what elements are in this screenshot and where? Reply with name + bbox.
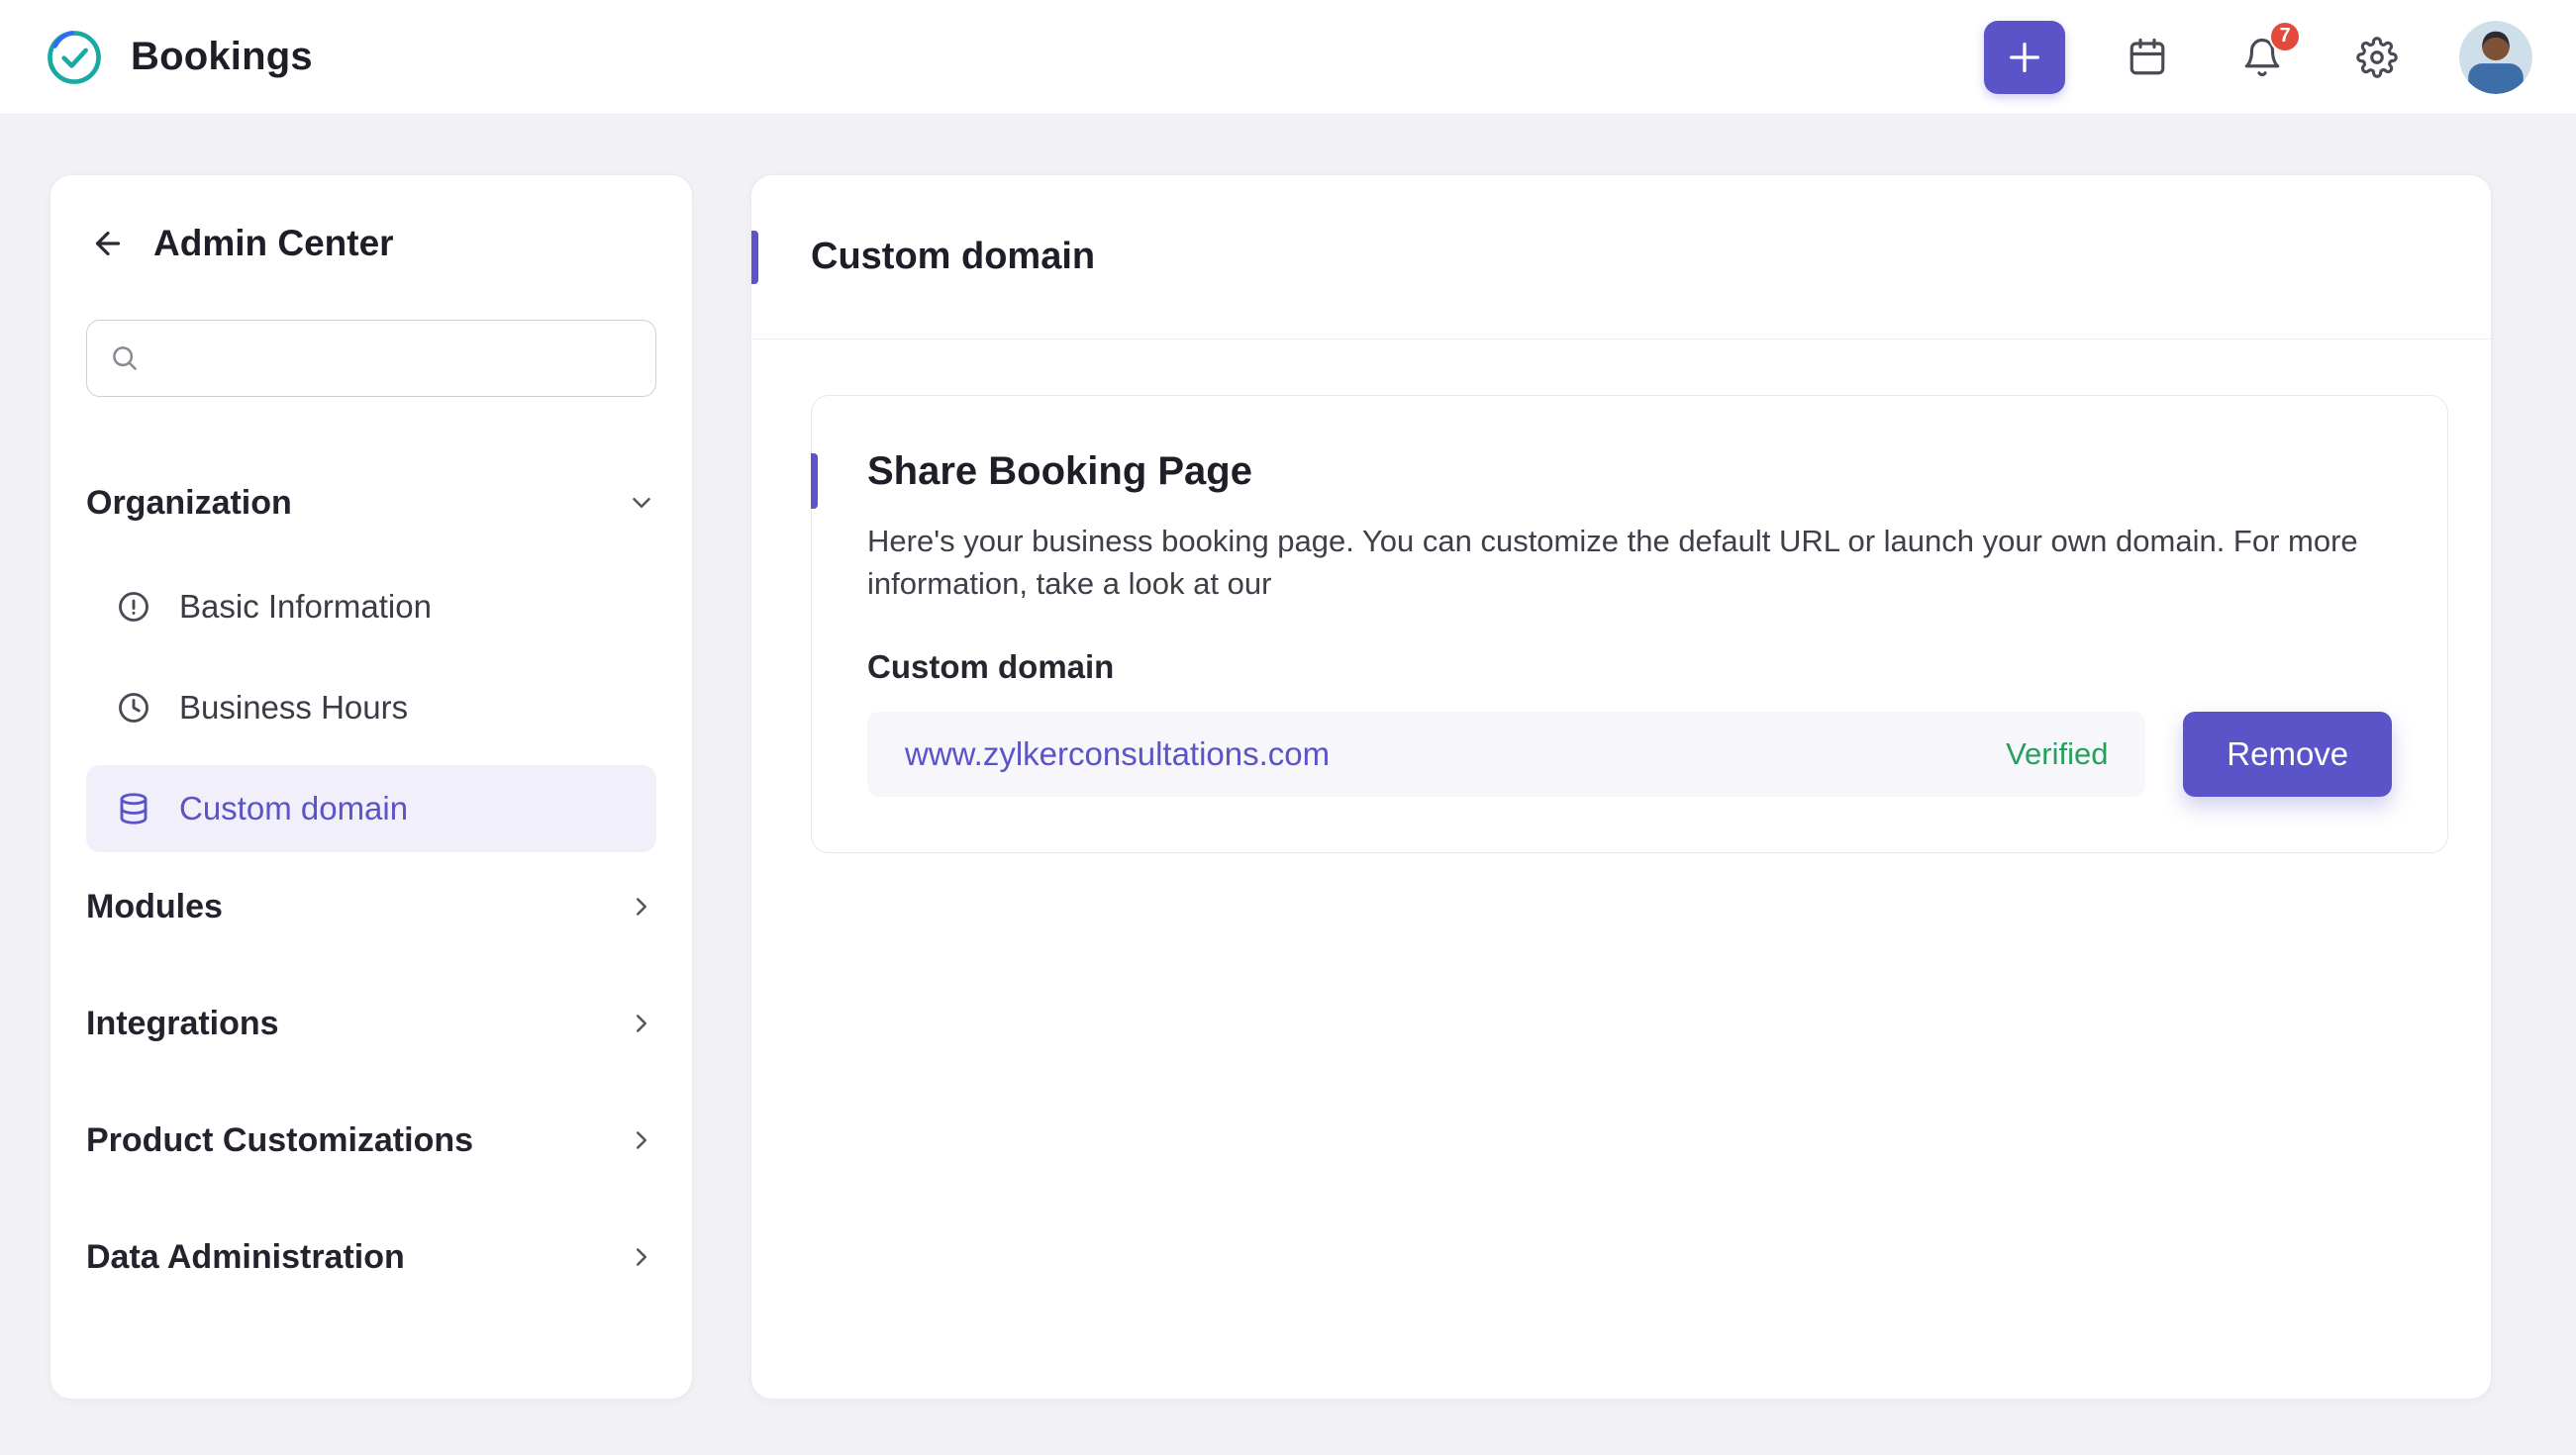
custom-domain-label: Custom domain [867, 648, 2392, 686]
database-icon [116, 791, 151, 826]
sidebar-group-organization[interactable]: Organization [86, 466, 656, 539]
gear-icon [2356, 37, 2398, 78]
sidebar-group-product-customizations[interactable]: Product Customizations [86, 1104, 656, 1177]
admin-sidebar: Admin Center Organization Basic Informat… [50, 174, 693, 1400]
content-body: Share Booking Page Here's your business … [751, 340, 2491, 853]
domain-box: www.zylkerconsultations.com Verified [867, 712, 2145, 797]
bookings-logo-icon [44, 27, 105, 88]
calendar-button[interactable] [2115, 25, 2180, 90]
domain-row: www.zylkerconsultations.com Verified Rem… [867, 712, 2392, 797]
sidebar-nav: Organization Basic Information Business … [86, 466, 656, 1294]
search-icon [110, 343, 140, 373]
share-card-description: Here's your business booking page. You c… [867, 520, 2372, 605]
sidebar-group-label: Modules [86, 888, 223, 926]
user-avatar[interactable] [2459, 21, 2532, 94]
add-button[interactable] [1984, 21, 2065, 94]
sidebar-group-modules[interactable]: Modules [86, 870, 656, 943]
sidebar-item-custom-domain[interactable]: Custom domain [86, 765, 656, 852]
page-title: Custom domain [811, 236, 1095, 278]
settings-button[interactable] [2344, 25, 2410, 90]
organization-subnav: Basic Information Business Hours Custom … [86, 563, 656, 852]
sidebar-item-business-hours[interactable]: Business Hours [86, 664, 656, 751]
share-booking-card: Share Booking Page Here's your business … [811, 395, 2448, 853]
back-button[interactable] [86, 222, 130, 265]
sidebar-group-label: Product Customizations [86, 1121, 473, 1160]
sidebar-item-label: Custom domain [179, 790, 408, 827]
notifications-button[interactable]: 7 [2229, 25, 2295, 90]
sidebar-title: Admin Center [153, 223, 394, 264]
sidebar-group-label: Data Administration [86, 1238, 405, 1277]
sidebar-item-label: Basic Information [179, 588, 432, 626]
sidebar-header: Admin Center [86, 217, 656, 270]
domain-url-link[interactable]: www.zylkerconsultations.com [905, 735, 1330, 773]
notification-badge: 7 [2269, 21, 2301, 52]
topbar-actions: 7 [1984, 21, 2532, 94]
remove-domain-button[interactable]: Remove [2183, 712, 2392, 797]
share-card-title: Share Booking Page [867, 449, 2392, 494]
sidebar-group-integrations[interactable]: Integrations [86, 987, 656, 1060]
arrow-left-icon [90, 226, 126, 261]
sidebar-item-basic-information[interactable]: Basic Information [86, 563, 656, 650]
search-input[interactable] [86, 320, 656, 397]
sidebar-group-label: Integrations [86, 1005, 279, 1043]
sidebar-group-data-administration[interactable]: Data Administration [86, 1220, 656, 1294]
accent-bar [811, 453, 818, 509]
content-card: Custom domain Share Booking Page Here's … [750, 174, 2492, 1400]
topbar: Bookings 7 [0, 0, 2576, 115]
sidebar-item-label: Business Hours [179, 689, 408, 727]
content-header: Custom domain [751, 175, 2491, 340]
chevron-down-icon [627, 488, 656, 518]
alert-circle-icon [116, 589, 151, 625]
clock-icon [116, 690, 151, 726]
chevron-right-icon [627, 1009, 656, 1038]
verified-status-badge: Verified [2006, 736, 2108, 772]
plus-icon [2005, 38, 2044, 77]
chevron-right-icon [627, 1125, 656, 1155]
accent-bar [751, 231, 758, 284]
app-brand: Bookings [44, 27, 313, 88]
chevron-right-icon [627, 892, 656, 922]
chevron-right-icon [627, 1242, 656, 1272]
app-title: Bookings [131, 35, 313, 79]
calendar-icon [2127, 37, 2168, 78]
sidebar-group-label: Organization [86, 484, 292, 523]
sidebar-search [86, 320, 656, 397]
